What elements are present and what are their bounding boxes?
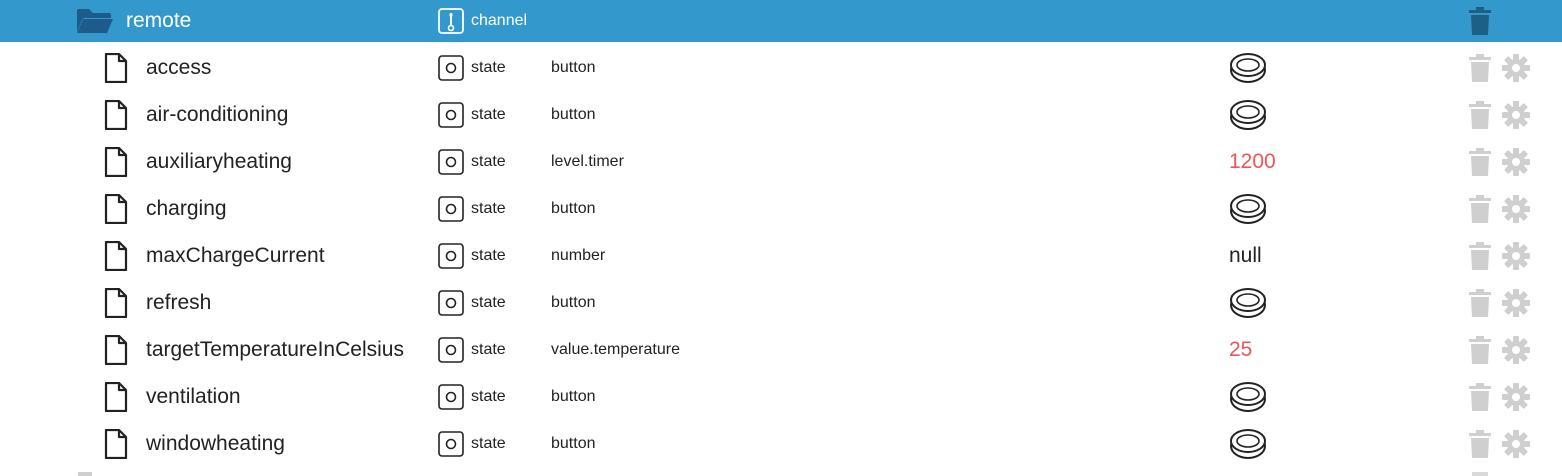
gear-icon[interactable] [1501,232,1531,279]
push-button-icon[interactable] [1229,44,1267,91]
state-type-label: state [471,58,506,76]
state-name[interactable]: windowheating [146,420,285,467]
state-icon [438,91,464,138]
gear-icon[interactable] [1501,326,1531,373]
trash-icon[interactable] [1468,232,1492,279]
trash-icon[interactable] [1468,420,1492,467]
state-name[interactable]: charging [146,185,227,232]
channel-delete-button[interactable] [1468,0,1492,42]
state-icon [438,185,464,232]
state-icon [438,279,464,326]
trash-icon [1472,472,1488,476]
state-name[interactable]: access [146,44,211,91]
state-role: number [551,246,606,264]
channel-icon [438,0,464,42]
file-icon [104,91,128,138]
state-name[interactable]: targetTemperatureInCelsius [146,326,404,373]
object-tree: remote channel access state button air-c… [0,0,1562,476]
state-row-refresh[interactable]: refresh state button [0,279,1562,326]
state-value[interactable]: null [1229,232,1262,279]
push-button-icon[interactable] [1229,279,1267,326]
push-button-icon[interactable] [1229,91,1267,138]
state-icon [438,44,464,91]
state-icon [438,420,464,467]
state-name[interactable]: refresh [146,279,211,326]
state-value[interactable]: 1200 [1229,138,1276,185]
trash-icon[interactable] [1468,279,1492,326]
folder-icon [78,472,92,476]
state-type-label: state [471,434,506,452]
gear-icon[interactable] [1501,279,1531,326]
next-channel-row-partial [0,470,1562,476]
state-type-label: state [471,340,506,358]
state-type-label: state [471,199,506,217]
state-icon [438,326,464,373]
gear-icon[interactable] [1501,91,1531,138]
file-icon [104,326,128,373]
state-row-targetTemperatureInCelsius[interactable]: targetTemperatureInCelsius state value.t… [0,326,1562,373]
state-role: button [551,58,596,76]
state-role: button [551,199,596,217]
file-icon [104,185,128,232]
state-row-access[interactable]: access state button [0,44,1562,91]
trash-icon[interactable] [1468,326,1492,373]
state-type-label: state [471,105,506,123]
state-row-ventilation[interactable]: ventilation state button [0,373,1562,420]
state-role: button [551,293,596,311]
state-row-auxiliaryheating[interactable]: auxiliaryheating state level.timer 1200 [0,138,1562,185]
file-icon [104,279,128,326]
state-row-charging[interactable]: charging state button [0,185,1562,232]
push-button-icon[interactable] [1229,185,1267,232]
state-name[interactable]: ventilation [146,373,241,420]
state-value[interactable]: 25 [1229,326,1252,373]
state-role: button [551,387,596,405]
state-role: value.temperature [551,340,680,358]
state-name[interactable]: air-conditioning [146,91,288,138]
file-icon [104,44,128,91]
state-icon [438,232,464,279]
state-name[interactable]: maxChargeCurrent [146,232,325,279]
file-icon [104,232,128,279]
trash-icon[interactable] [1468,44,1492,91]
folder-open-icon[interactable] [76,0,114,42]
gear-icon[interactable] [1501,185,1531,232]
gear-icon[interactable] [1501,44,1531,91]
trash-icon[interactable] [1468,185,1492,232]
channel-type-label: channel [471,12,528,29]
trash-icon[interactable] [1468,138,1492,185]
file-icon [104,138,128,185]
state-role: level.timer [551,152,624,170]
channel-row-remote[interactable]: remote channel [0,0,1562,42]
push-button-icon[interactable] [1229,373,1267,420]
state-name[interactable]: auxiliaryheating [146,138,292,185]
state-role: button [551,105,596,123]
gear-icon[interactable] [1501,138,1531,185]
state-type-label: state [471,246,506,264]
trash-icon[interactable] [1468,91,1492,138]
state-icon [438,373,464,420]
gear-icon[interactable] [1501,420,1531,467]
state-type-label: state [471,152,506,170]
state-row-windowheating[interactable]: windowheating state button [0,420,1562,467]
state-type-label: state [471,387,506,405]
state-type-label: state [471,293,506,311]
state-icon [438,138,464,185]
file-icon [104,373,128,420]
trash-icon[interactable] [1468,373,1492,420]
channel-name[interactable]: remote [126,0,191,42]
state-row-air-conditioning[interactable]: air-conditioning state button [0,91,1562,138]
state-row-maxChargeCurrent[interactable]: maxChargeCurrent state number null [0,232,1562,279]
push-button-icon[interactable] [1229,420,1267,467]
file-icon [104,420,128,467]
state-role: button [551,434,596,452]
gear-icon[interactable] [1501,373,1531,420]
